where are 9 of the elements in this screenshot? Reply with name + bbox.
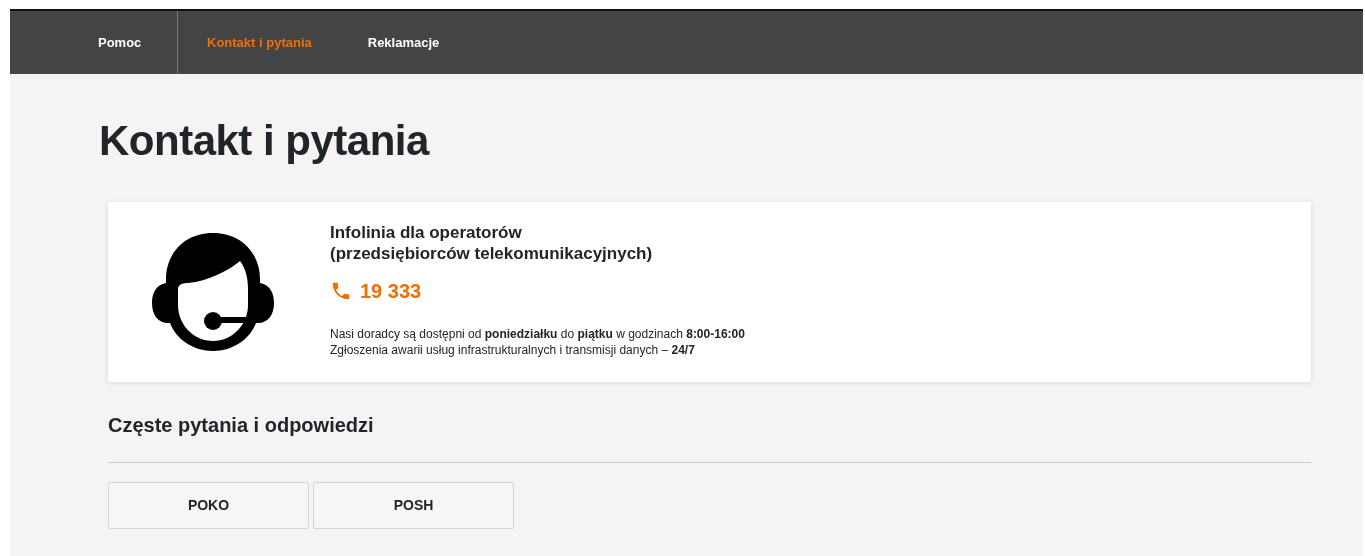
faq-category-button[interactable]: POSH <box>313 482 514 530</box>
nav-tab[interactable]: Reklamacje <box>367 32 440 53</box>
availability-note: Zgłoszenia awarii usług infrastrukturalnych i transmisji danych – 24/7 <box>330 342 696 359</box>
nav-link[interactable]: Pomoc <box>98 32 142 53</box>
page-title: Kontakt i pytania <box>98 116 431 166</box>
infoline-heading: Infolinia dla operatorów (przedsiębiorców telekomunikacyjnych) <box>330 222 654 265</box>
faq-heading: Częste pytania i odpowiedzi <box>108 413 375 438</box>
availability-note: Nasi doradcy są dostępni od poniedziałku do piątku w godzinach 8:00-16:00 <box>330 326 745 343</box>
faq-category-button[interactable]: POKO <box>108 482 309 530</box>
